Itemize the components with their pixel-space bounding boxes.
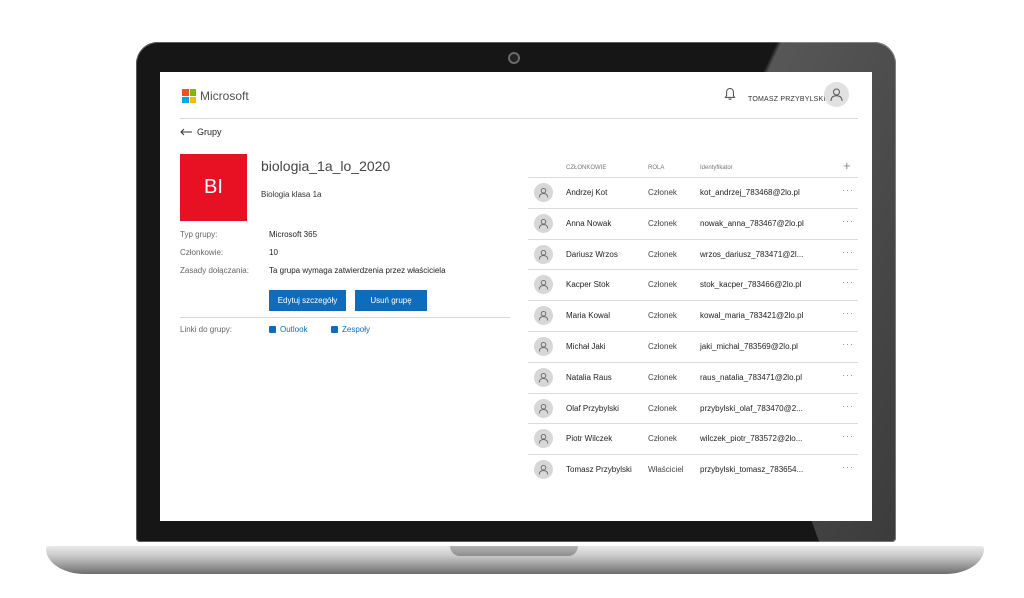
member-role: Członek	[648, 280, 677, 290]
more-options-icon[interactable]: ···	[842, 370, 854, 380]
member-role: Członek	[648, 218, 677, 228]
more-options-icon[interactable]: ···	[842, 308, 854, 318]
member-avatar-icon	[534, 183, 553, 202]
member-avatar-icon	[534, 306, 553, 326]
member-row[interactable]: Piotr Wilczek Członek wilczek_piotr_783572…	[528, 423, 858, 454]
delete-group-button[interactable]: Usuń grupę	[355, 290, 427, 311]
member-name: Anna Nowak	[566, 218, 612, 228]
join-policy-label: Zasady dołączania:	[180, 266, 249, 275]
plus-icon[interactable]: +	[843, 158, 851, 173]
member-avatar-icon	[534, 275, 553, 295]
back-link[interactable]: Grupy	[180, 127, 222, 137]
group-type-label: Typ grupy:	[180, 230, 218, 239]
edit-details-button[interactable]: Edytuj szczegóły	[269, 290, 346, 311]
group-tile: BI	[180, 154, 247, 221]
member-role: Członek	[648, 249, 677, 259]
member-name: Michał Jaki	[566, 341, 606, 351]
column-header-members[interactable]: CZŁONKOWIE	[566, 165, 606, 171]
details-divider	[180, 317, 510, 318]
more-options-icon[interactable]: ···	[842, 185, 854, 195]
member-name: Natalia Raus	[566, 372, 612, 382]
member-role: Członek	[648, 372, 677, 382]
column-header-identifier[interactable]: Identyfikator	[700, 165, 733, 171]
microsoft-logo-icon	[182, 89, 196, 103]
member-name: Olaf Przybylski	[566, 403, 619, 413]
bell-icon[interactable]	[724, 87, 736, 101]
member-identifier: raus_natalia_783471@2lo.pl	[700, 372, 802, 382]
teams-icon	[331, 326, 338, 333]
member-avatar-icon	[534, 213, 553, 233]
group-description: Biologia klasa 1a	[261, 190, 322, 199]
top-header: Microsoft TOMASZ PRZYBYLSKI	[160, 72, 872, 118]
member-row[interactable]: Tomasz Przybylski Właściciel przybylski_to…	[528, 454, 858, 485]
more-options-icon[interactable]: ···	[842, 247, 854, 257]
outlook-link[interactable]: Outlook	[269, 325, 308, 334]
member-row[interactable]: Andrzej Kot Członek kot_andrzej_783468@2lo…	[528, 177, 858, 208]
laptop-notch	[450, 546, 578, 556]
member-role: Właściciel	[648, 465, 684, 475]
member-name: Andrzej Kot	[566, 188, 608, 197]
member-name: Piotr Wilczek	[566, 434, 613, 444]
member-avatar-icon	[534, 244, 553, 264]
user-name: TOMASZ PRZYBYLSKI	[748, 96, 826, 103]
member-row[interactable]: Dariusz Wrzos Członek wrzos_dariusz_783471…	[528, 238, 858, 270]
member-role: Członek	[648, 403, 677, 413]
member-role: Członek	[648, 188, 677, 197]
member-identifier: jaki_michal_783569@2lo.pl	[700, 341, 798, 351]
back-link-label: Grupy	[197, 127, 222, 137]
members-list: Andrzej Kot Członek kot_andrzej_783468@2lo…	[528, 177, 858, 485]
group-name: biologia_1a_lo_2020	[261, 158, 391, 174]
member-avatar-icon	[534, 398, 553, 418]
member-identifier: kot_andrzej_783468@2lo.pl	[700, 188, 800, 197]
join-policy-value: Ta grupa wymaga zatwierdzenia przez właś…	[269, 266, 446, 275]
member-identifier: wrzos_dariusz_783471@2l...	[700, 249, 804, 259]
webcam	[508, 52, 520, 64]
member-row[interactable]: Michał Jaki Członek jaki_michal_783569@2lo…	[528, 330, 858, 362]
members-count-value: 10	[269, 248, 278, 257]
member-name: Tomasz Przybylski	[566, 465, 632, 475]
more-options-icon[interactable]: ···	[842, 277, 854, 287]
more-options-icon[interactable]: ···	[842, 401, 854, 411]
member-identifier: przybylski_tomasz_783654...	[700, 465, 804, 475]
member-avatar-icon	[534, 367, 553, 387]
outlook-link-label: Outlook	[280, 325, 308, 334]
member-identifier: wilczek_piotr_783572@2lo...	[700, 434, 803, 444]
member-row[interactable]: Natalia Raus Członek raus_natalia_783471@2…	[528, 361, 858, 393]
member-role: Członek	[648, 341, 677, 351]
header-divider	[180, 118, 858, 119]
group-type-value: Microsoft 365	[269, 230, 318, 239]
app-screen: Microsoft TOMASZ PRZYBYLSKI Grupy BI bio…	[160, 72, 872, 521]
arrow-left-icon	[180, 128, 192, 136]
more-options-icon[interactable]: ···	[842, 462, 854, 472]
member-row[interactable]: Kacper Stok Członek stok_kacper_783466@2lo…	[528, 269, 858, 300]
user-avatar-icon[interactable]	[824, 82, 849, 107]
teams-link-label: Zespoły	[342, 325, 371, 334]
members-count-label: Członkowie:	[180, 248, 224, 257]
brand-name[interactable]: Microsoft	[200, 89, 249, 103]
member-identifier: stok_kacper_783466@2lo.pl	[700, 280, 802, 290]
member-identifier: nowak_anna_783467@2lo.pl	[700, 218, 804, 228]
more-options-icon[interactable]: ···	[842, 216, 854, 226]
teams-link[interactable]: Zespoły	[331, 325, 370, 334]
group-links-label: Linki do grupy:	[180, 325, 233, 334]
column-header-role[interactable]: ROLA	[648, 165, 664, 171]
more-options-icon[interactable]: ···	[842, 431, 854, 441]
member-avatar-icon	[534, 429, 553, 449]
member-row[interactable]: Olaf Przybylski Członek przybylski_olaf_78…	[528, 392, 858, 424]
member-identifier: kowal_maria_783421@2lo.pl	[700, 311, 804, 321]
member-role: Członek	[648, 434, 677, 444]
more-options-icon[interactable]: ···	[842, 339, 854, 349]
member-name: Maria Kowal	[566, 311, 611, 321]
member-name: Kacper Stok	[566, 280, 610, 290]
member-role: Członek	[648, 311, 677, 321]
member-avatar-icon	[534, 336, 553, 356]
member-identifier: przybylski_olaf_783470@2...	[700, 403, 803, 413]
member-name: Dariusz Wrzos	[566, 249, 618, 259]
outlook-icon	[269, 326, 276, 333]
member-row[interactable]: Maria Kowal Członek kowal_maria_783421@2lo…	[528, 300, 858, 331]
member-row[interactable]: Anna Nowak Członek nowak_anna_783467@2lo.p…	[528, 207, 858, 239]
member-avatar-icon	[534, 460, 553, 480]
